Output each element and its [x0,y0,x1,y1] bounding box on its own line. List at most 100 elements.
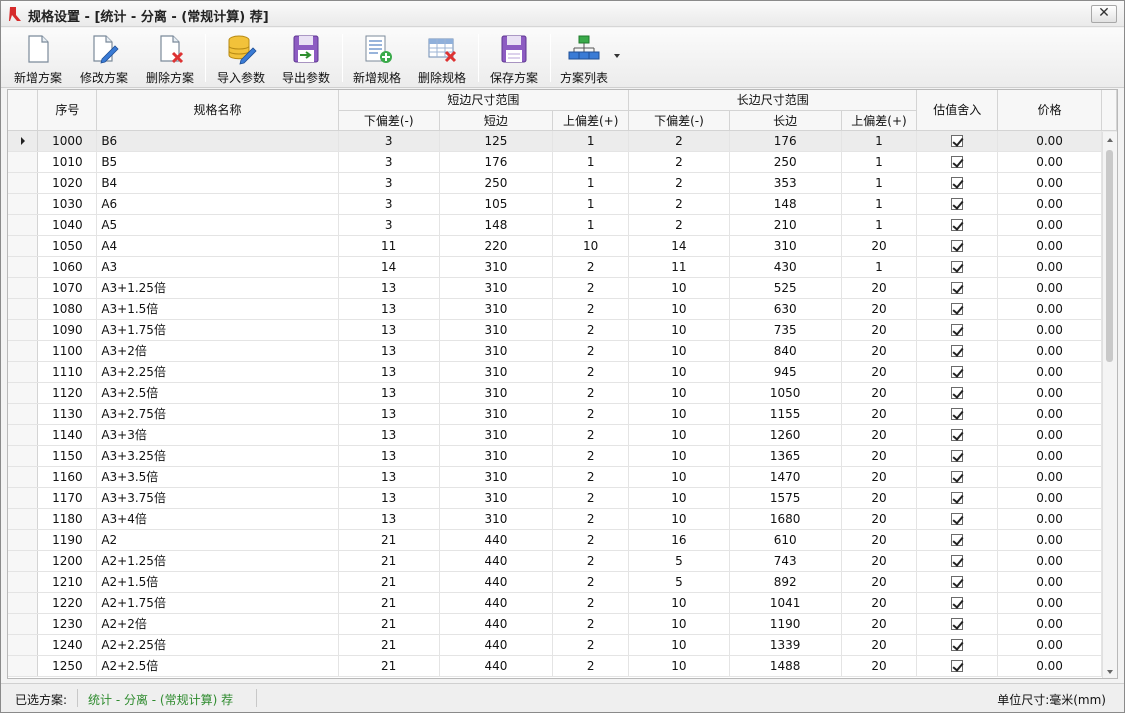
table-row[interactable]: 1080 A3+1.5倍 13 310 2 10 630 20 0.00 [8,298,1117,320]
table-row[interactable]: 1150 A3+3.25倍 13 310 2 10 1365 20 0.00 [8,445,1117,467]
cell-seq[interactable]: 1010 [37,151,98,173]
cell-long-value[interactable]: 743 [729,550,842,572]
cell-round[interactable] [916,319,999,341]
cell-seq[interactable]: 1050 [37,235,98,257]
cell-long-lower[interactable]: 10 [628,298,730,320]
cell-short-value[interactable]: 125 [439,130,554,152]
row-indicator[interactable] [8,130,39,152]
cell-short-lower[interactable]: 3 [338,130,440,152]
cell-price[interactable]: 0.00 [997,319,1102,341]
cell-long-value[interactable]: 1041 [729,592,842,614]
round-checkbox[interactable] [951,618,964,630]
cell-round[interactable] [916,298,999,320]
cell-short-value[interactable]: 440 [439,550,554,572]
row-indicator[interactable] [8,487,39,509]
cell-price[interactable]: 0.00 [997,529,1102,551]
row-indicator[interactable] [8,256,39,278]
cell-short-value[interactable]: 148 [439,214,554,236]
cell-short-upper[interactable]: 2 [552,550,630,572]
cell-seq[interactable]: 1040 [37,214,98,236]
cell-price[interactable]: 0.00 [997,403,1102,425]
cell-price[interactable]: 0.00 [997,466,1102,488]
cell-short-value[interactable]: 440 [439,592,554,614]
cell-short-upper[interactable]: 1 [552,151,630,173]
scroll-thumb[interactable] [1106,150,1113,362]
cell-price[interactable]: 0.00 [997,634,1102,656]
cell-short-value[interactable]: 310 [439,382,554,404]
cell-short-lower[interactable]: 13 [338,277,440,299]
cell-price[interactable]: 0.00 [997,235,1102,257]
table-row[interactable]: 1040 A5 3 148 1 2 210 1 0.00 [8,214,1117,236]
table-row[interactable]: 1210 A2+1.5倍 21 440 2 5 892 20 0.00 [8,571,1117,593]
cell-round[interactable] [916,193,999,215]
row-indicator[interactable] [8,403,39,425]
round-checkbox[interactable] [951,408,964,420]
cell-long-value[interactable]: 176 [729,130,842,152]
cell-round[interactable] [916,277,999,299]
cell-price[interactable]: 0.00 [997,361,1102,383]
cell-name[interactable]: A3+1.25倍 [96,277,339,299]
cell-long-lower[interactable]: 2 [628,172,730,194]
round-checkbox[interactable] [951,345,964,357]
round-checkbox[interactable] [951,324,964,336]
cell-round[interactable] [916,529,999,551]
row-indicator[interactable] [8,151,39,173]
cell-round[interactable] [916,445,999,467]
cell-short-upper[interactable]: 2 [552,571,630,593]
cell-short-value[interactable]: 440 [439,571,554,593]
cell-short-lower[interactable]: 13 [338,403,440,425]
cell-long-value[interactable]: 1488 [729,655,842,677]
row-indicator[interactable] [8,214,39,236]
cell-short-lower[interactable]: 3 [338,172,440,194]
row-indicator[interactable] [8,340,39,362]
cell-round[interactable] [916,382,999,404]
cell-name[interactable]: A3+1.75倍 [96,319,339,341]
header-long-value[interactable]: 长边 [729,110,842,131]
cell-round[interactable] [916,634,999,656]
cell-name[interactable]: A2+2.5倍 [96,655,339,677]
table-row[interactable]: 1100 A3+2倍 13 310 2 10 840 20 0.00 [8,340,1117,362]
cell-long-upper[interactable]: 20 [841,592,918,614]
cell-short-upper[interactable]: 2 [552,277,630,299]
cell-name[interactable]: A6 [96,193,339,215]
header-price[interactable]: 价格 [997,90,1102,131]
cell-price[interactable]: 0.00 [997,172,1102,194]
cell-long-lower[interactable]: 2 [628,193,730,215]
cell-price[interactable]: 0.00 [997,151,1102,173]
cell-long-lower[interactable]: 10 [628,403,730,425]
cell-short-value[interactable]: 310 [439,277,554,299]
cell-long-lower[interactable]: 5 [628,550,730,572]
cell-name[interactable]: A3+3倍 [96,424,339,446]
cell-long-value[interactable]: 1365 [729,445,842,467]
round-checkbox[interactable] [951,576,964,588]
cell-long-lower[interactable]: 14 [628,235,730,257]
round-checkbox[interactable] [951,450,964,462]
cell-price[interactable]: 0.00 [997,382,1102,404]
cell-long-upper[interactable]: 20 [841,571,918,593]
round-checkbox[interactable] [951,534,964,546]
cell-long-value[interactable]: 892 [729,571,842,593]
row-indicator[interactable] [8,172,39,194]
header-short-value[interactable]: 短边 [439,110,554,131]
cell-long-value[interactable]: 840 [729,340,842,362]
cell-long-lower[interactable]: 10 [628,382,730,404]
cell-short-value[interactable]: 440 [439,613,554,635]
close-button[interactable]: ✕ [1091,5,1117,23]
cell-long-lower[interactable]: 10 [628,613,730,635]
round-checkbox[interactable] [951,219,964,231]
cell-short-lower[interactable]: 13 [338,424,440,446]
cell-round[interactable] [916,340,999,362]
cell-short-upper[interactable]: 10 [552,235,630,257]
edit-scheme-button[interactable]: 修改方案 [73,30,135,86]
cell-seq[interactable]: 1240 [37,634,98,656]
cell-name[interactable]: A3+3.75倍 [96,487,339,509]
import-params-button[interactable]: 导入参数 [210,30,272,86]
cell-short-value[interactable]: 310 [439,298,554,320]
cell-seq[interactable]: 1190 [37,529,98,551]
cell-seq[interactable]: 1200 [37,550,98,572]
cell-seq[interactable]: 1100 [37,340,98,362]
cell-long-lower[interactable]: 10 [628,445,730,467]
cell-long-upper[interactable]: 20 [841,319,918,341]
cell-short-upper[interactable]: 2 [552,340,630,362]
row-indicator[interactable] [8,382,39,404]
